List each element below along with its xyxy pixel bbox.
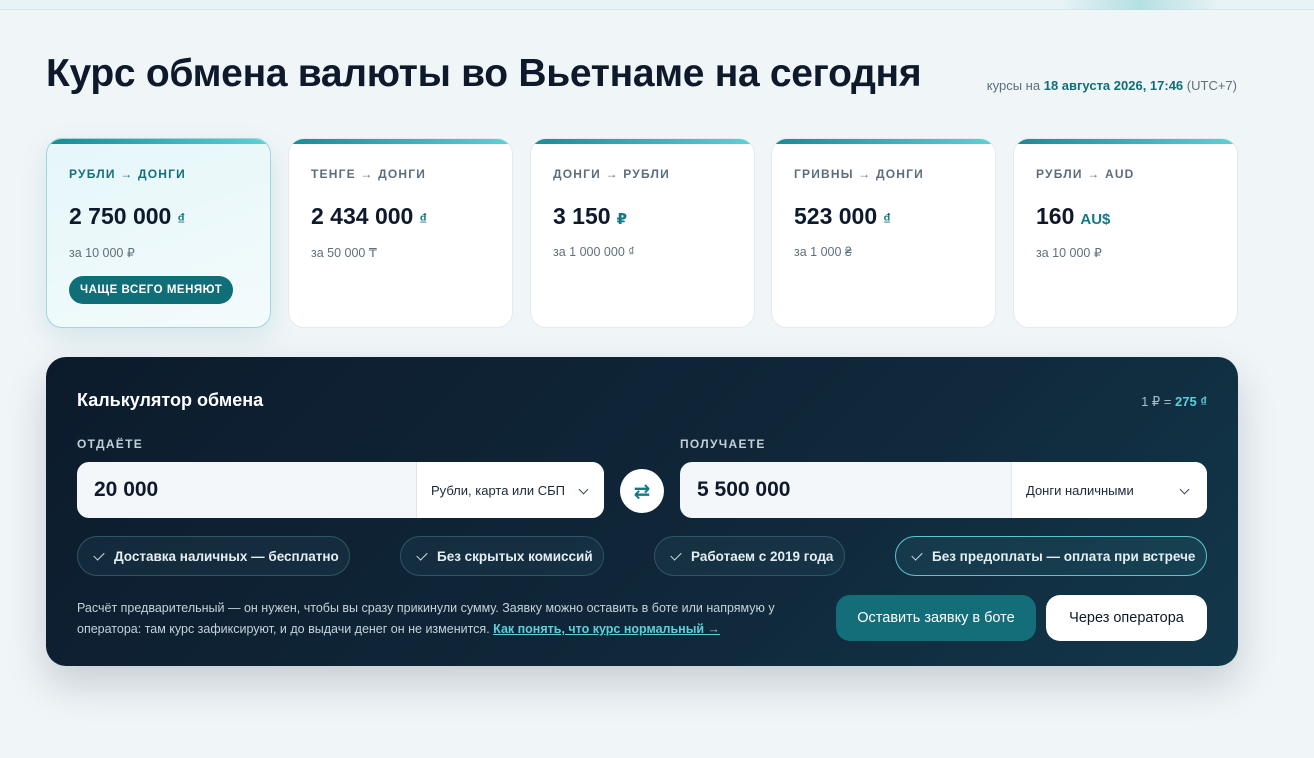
card-pair: ДОНГИ → РУБЛИ — [553, 167, 670, 181]
card-pair: ГРИВНЫ → ДОНГИ — [794, 167, 924, 181]
calculator-note: Расчёт предварительный — он нужен, чтобы… — [77, 598, 827, 640]
top-bar — [0, 0, 1314, 10]
card-amount: 2 434 000 ₫ — [311, 203, 427, 230]
calculator-rate: 1 ₽ = 275 ₫ — [1141, 394, 1207, 410]
check-icon — [911, 548, 923, 561]
card-pair: РУБЛИ → ДОНГИ — [69, 167, 186, 181]
rate-card-uah-vnd[interactable]: ГРИВНЫ → ДОНГИ 523 000 ₫ за 1 000 ₴ — [771, 138, 996, 328]
give-field: Рубли, карта или СБП — [77, 462, 604, 518]
swap-icon[interactable]: ⇄ — [620, 469, 664, 513]
feature-label: Без скрытых комиссий — [437, 548, 593, 564]
card-for: за 1 000 000 ₫ — [553, 245, 635, 259]
popular-badge: ЧАЩЕ ВСЕГО МЕНЯЮТ — [69, 276, 234, 304]
give-method-select[interactable]: Рубли, карта или СБП — [416, 462, 604, 518]
card-for: за 50 000 ₸ — [311, 246, 377, 260]
card-currency: ₫ — [177, 211, 186, 228]
give-amount-input[interactable] — [77, 462, 417, 518]
top-bar-glow — [1060, 0, 1220, 10]
card-amount-value: 523 000 — [794, 203, 878, 229]
card-amount: 160 AU$ — [1036, 203, 1110, 230]
page-title: Курс обмена валюты во Вьетнаме на сегодн… — [46, 52, 922, 95]
check-icon — [93, 548, 105, 561]
rate-card-rub-aud[interactable]: РУБЛИ → AUD 160 AU$ за 10 000 ₽ — [1013, 138, 1238, 328]
rates-timezone: (UTC+7) — [1186, 78, 1237, 93]
card-for: за 1 000 ₴ — [794, 245, 852, 259]
card-currency: ₫ — [419, 211, 428, 228]
get-amount-input[interactable] — [680, 462, 1020, 518]
get-method-select[interactable]: Донги наличными — [1011, 462, 1207, 518]
card-currency: AU$ — [1080, 211, 1111, 228]
get-method-label: Донги наличными — [1026, 482, 1134, 498]
card-currency: ₽ — [616, 211, 627, 228]
get-field: Донги наличными — [680, 462, 1207, 518]
card-for: за 10 000 ₽ — [1036, 246, 1102, 260]
card-amount-value: 160 — [1036, 203, 1075, 229]
rates-timestamp: курсы на 18 августа 2026, 17:46 (UTC+7) — [987, 78, 1237, 93]
feature-label: Без предоплаты — оплата при встрече — [932, 548, 1196, 564]
calculator-title: Калькулятор обмена — [77, 390, 264, 410]
rate-cards: РУБЛИ → ДОНГИ 2 750 000 ₫ за 10 000 ₽ ЧАЩ… — [46, 138, 1238, 328]
card-amount-value: 3 150 — [553, 203, 611, 229]
card-amount-value: 2 750 000 — [69, 203, 172, 229]
card-amount-value: 2 434 000 — [311, 203, 414, 229]
get-label: ПОЛУЧАЕТЕ — [680, 437, 766, 451]
card-amount: 2 750 000 ₫ — [69, 203, 185, 230]
rate-card-rub-vnd[interactable]: РУБЛИ → ДОНГИ 2 750 000 ₫ за 10 000 ₽ ЧАЩ… — [46, 138, 271, 328]
feature-pill: Без скрытых комиссий — [400, 536, 604, 576]
feature-pill: Доставка наличных — бесплатно — [77, 536, 350, 576]
rate-card-vnd-rub[interactable]: ДОНГИ → РУБЛИ 3 150 ₽ за 1 000 000 ₫ — [530, 138, 755, 328]
bot-request-button[interactable]: Оставить заявку в боте — [836, 595, 1036, 641]
feature-pill: Работаем с 2019 года — [654, 536, 845, 576]
feature-label: Работаем с 2019 года — [691, 548, 834, 564]
rates-prefix: курсы на — [986, 78, 1041, 93]
check-icon — [416, 548, 428, 561]
check-icon — [670, 548, 682, 561]
rates-date: 18 августа 2026, 17:46 — [1043, 78, 1184, 93]
chevron-down-icon — [578, 484, 589, 495]
chevron-down-icon — [1179, 484, 1190, 495]
card-pair: ТЕНГЕ → ДОНГИ — [311, 167, 427, 181]
card-for: за 10 000 ₽ — [69, 246, 135, 260]
rate-prefix: 1 ₽ = — [1141, 394, 1172, 409]
rate-value: 275 ₫ — [1175, 394, 1207, 409]
rate-card-kzt-vnd[interactable]: ТЕНГЕ → ДОНГИ 2 434 000 ₫ за 50 000 ₸ — [288, 138, 513, 328]
card-pair: РУБЛИ → AUD — [1036, 167, 1135, 181]
give-method-label: Рубли, карта или СБП — [431, 482, 566, 498]
card-currency: ₫ — [883, 211, 891, 228]
exchange-calculator: Калькулятор обмена 1 ₽ = 275 ₫ ОТДАЁТЕ Р… — [46, 357, 1238, 666]
operator-button[interactable]: Через оператора — [1046, 595, 1207, 641]
card-amount: 523 000 ₫ — [794, 203, 891, 230]
give-label: ОТДАЁТЕ — [77, 437, 144, 451]
feature-label: Доставка наличных — бесплатно — [114, 548, 339, 564]
feature-pill: Без предоплаты — оплата при встрече — [895, 536, 1207, 576]
card-amount: 3 150 ₽ — [553, 203, 627, 230]
rate-guide-link[interactable]: Как понять, что курс нормальный → — [493, 622, 720, 636]
